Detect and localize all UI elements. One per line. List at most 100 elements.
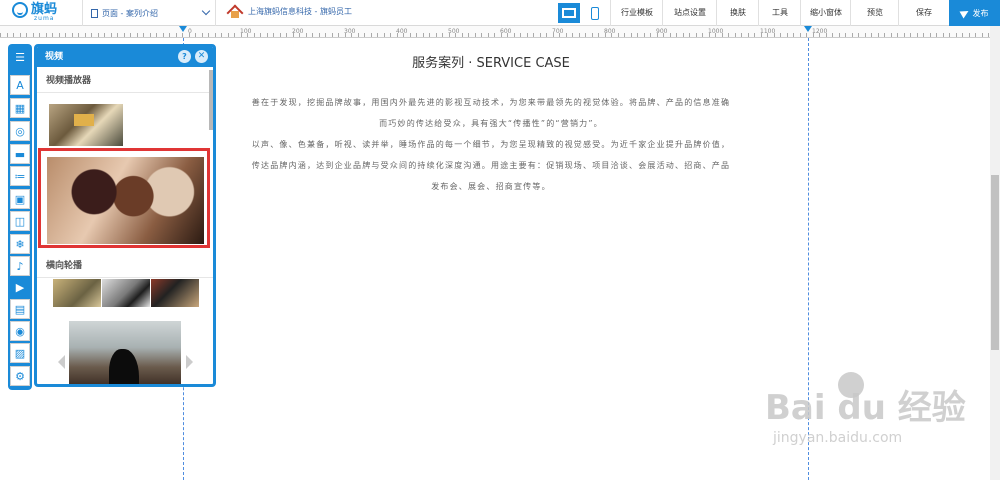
ruler-tick bbox=[975, 33, 976, 37]
ruler-tick bbox=[968, 33, 970, 37]
ruler-tick bbox=[383, 33, 385, 37]
panel-scrollbar[interactable] bbox=[209, 70, 213, 130]
publish-button[interactable]: 发布 bbox=[949, 0, 1000, 26]
logo[interactable]: 旗蚂 zuma bbox=[12, 2, 57, 22]
music-icon[interactable]: ♪ bbox=[10, 256, 30, 276]
ruler-tick bbox=[305, 33, 307, 37]
ruler-tick bbox=[845, 33, 846, 37]
ruler-tick bbox=[513, 33, 515, 37]
text-icon[interactable]: A bbox=[10, 75, 30, 95]
ruler-tick bbox=[481, 33, 482, 37]
save-button[interactable]: 保存 bbox=[900, 0, 948, 26]
ruler-tick bbox=[929, 33, 931, 37]
site-link[interactable]: 上海旗蚂信息科技 - 旗蚂员工 bbox=[228, 4, 352, 18]
ruler-tick bbox=[923, 33, 924, 37]
ruler-tick bbox=[357, 33, 359, 37]
ruler-tick bbox=[442, 33, 443, 37]
list-bullets-icon[interactable]: ≔ bbox=[10, 166, 30, 186]
ruler-tick bbox=[318, 33, 320, 37]
section-horizontal-carousel: 横向轮播 bbox=[37, 252, 213, 278]
ruler-tick bbox=[32, 33, 34, 37]
menu-industry-templates[interactable]: 行业模板 bbox=[612, 0, 662, 26]
page-select[interactable]: 页面 - 案列介绍 bbox=[82, 0, 216, 26]
ruler-tick bbox=[227, 33, 229, 37]
ruler-tick bbox=[578, 33, 580, 37]
form-icon[interactable]: ▤ bbox=[10, 299, 30, 319]
divider bbox=[610, 0, 611, 26]
ruler-tick bbox=[377, 33, 378, 37]
video-player-style-1[interactable] bbox=[49, 104, 123, 146]
menu-skin[interactable]: 换肤 bbox=[718, 0, 758, 26]
ruler-tick bbox=[903, 33, 905, 37]
image-text-icon[interactable]: ▦ bbox=[10, 98, 30, 118]
ruler-tick bbox=[416, 33, 417, 37]
ruler-tick bbox=[474, 33, 476, 37]
carousel-thumb-3[interactable] bbox=[151, 279, 199, 307]
ruler-marker-right[interactable] bbox=[804, 26, 812, 32]
ruler-tick bbox=[338, 33, 339, 37]
menu-minimize[interactable]: 缩小窗体 bbox=[802, 0, 850, 26]
ruler-tick bbox=[754, 33, 755, 37]
ruler-tick bbox=[104, 33, 105, 37]
description-line: 发布会、展会、招商宣传等。 bbox=[431, 182, 551, 191]
ruler-tick bbox=[533, 33, 534, 37]
divider bbox=[662, 0, 663, 26]
ruler-marker-left[interactable] bbox=[179, 26, 187, 32]
shopping-bag-icon[interactable]: ◫ bbox=[10, 211, 30, 231]
ruler-tick bbox=[858, 33, 859, 37]
ruler-tick bbox=[832, 33, 833, 37]
ruler-tick bbox=[741, 33, 742, 37]
ruler-tick bbox=[260, 33, 261, 37]
section-title[interactable]: 服务案列 · SERVICE CASE bbox=[380, 52, 602, 71]
list-icon[interactable]: ☰ bbox=[10, 47, 30, 67]
picture-icon[interactable]: ▨ bbox=[10, 343, 30, 363]
carousel-large-preview[interactable] bbox=[69, 321, 181, 384]
circle-icon[interactable]: ◉ bbox=[10, 321, 30, 341]
desktop-view-button[interactable] bbox=[558, 3, 580, 23]
carousel-thumb-1[interactable] bbox=[53, 279, 101, 307]
send-icon bbox=[959, 7, 970, 19]
horizontal-ruler[interactable]: 0 100 200 300 400 500 600 700 800 900 1000 1100 1200 bbox=[0, 26, 990, 38]
ruler-tick bbox=[110, 33, 112, 37]
logo-mark-icon bbox=[12, 2, 28, 18]
menu-tools[interactable]: 工具 bbox=[760, 0, 800, 26]
description-line: 以声、像、色兼备，听视、读并举，睡场作品的每一个细节，为您呈现精致的视觉感受。为… bbox=[251, 140, 731, 149]
shapes-icon[interactable]: ◎ bbox=[10, 121, 30, 141]
video-icon[interactable]: ▶ bbox=[10, 277, 30, 297]
ruler-tick bbox=[702, 33, 703, 37]
section-description[interactable]: 善在于发现，挖掘品牌故事，用国内外最先进的影视互动技术，为您来带最领先的视觉体验… bbox=[200, 92, 782, 197]
carousel-thumb-2[interactable] bbox=[102, 279, 150, 307]
menu-preview[interactable]: 预览 bbox=[852, 0, 898, 26]
ruler-tick bbox=[988, 33, 989, 37]
site-name: 上海旗蚂信息科技 - 旗蚂员工 bbox=[248, 6, 352, 16]
carousel-prev-icon[interactable] bbox=[58, 355, 65, 369]
ruler-tick bbox=[585, 33, 586, 37]
ruler-tick bbox=[422, 33, 424, 37]
logo-sub: zuma bbox=[34, 15, 55, 22]
ruler-tick bbox=[201, 33, 203, 37]
ruler-tick bbox=[682, 33, 684, 37]
ruler-tick bbox=[26, 33, 27, 37]
page-select-label: 页面 - 案列介绍 bbox=[102, 8, 158, 18]
scrollbar-thumb[interactable] bbox=[991, 175, 999, 350]
ruler-tick bbox=[143, 33, 144, 37]
ruler-tick bbox=[838, 33, 840, 37]
help-icon[interactable]: ? bbox=[178, 50, 191, 63]
carousel-next-icon[interactable] bbox=[186, 355, 193, 369]
ruler-tick bbox=[71, 33, 73, 37]
ruler-tick bbox=[650, 33, 651, 37]
divider bbox=[800, 0, 801, 26]
mobile-view-button[interactable] bbox=[584, 3, 606, 23]
ruler-tick bbox=[734, 33, 736, 37]
divider-icon[interactable]: ▬ bbox=[10, 144, 30, 164]
ruler-tick bbox=[84, 33, 86, 37]
ruler-tick bbox=[884, 33, 885, 37]
chevron-down-icon bbox=[201, 6, 211, 16]
ruler-label: 800 bbox=[604, 28, 616, 35]
snowflake-icon[interactable]: ❄ bbox=[10, 234, 30, 254]
gallery-icon[interactable]: ▣ bbox=[10, 189, 30, 209]
search-gear-icon[interactable]: ⚙ bbox=[10, 366, 30, 386]
close-icon[interactable]: ✕ bbox=[195, 50, 208, 63]
ruler-tick bbox=[728, 33, 729, 37]
menu-site-settings[interactable]: 站点设置 bbox=[664, 0, 716, 26]
